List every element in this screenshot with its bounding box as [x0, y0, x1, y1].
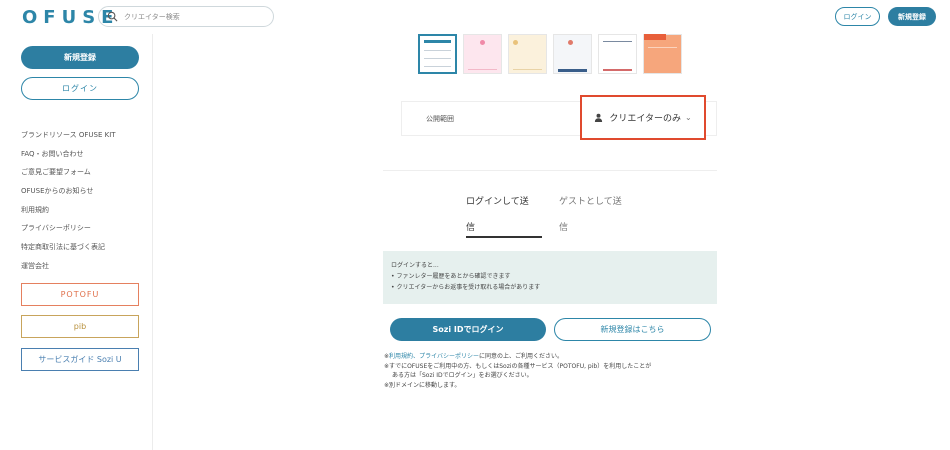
- privacy-link[interactable]: プライバシーポリシー: [419, 353, 479, 360]
- chevron-down-icon: ⌄: [684, 113, 692, 122]
- tab-login-send-label: ログインして送: [466, 197, 529, 207]
- active-tab-underline: [466, 236, 542, 238]
- sidebar-links: ブランドリソース OFUSE KIT FAQ・お問い合わせ ご意見ご要望フォーム…: [21, 126, 116, 276]
- existing-user-note-cont: ある方は「Sozi IDでログイン」をお選びください。: [392, 372, 533, 379]
- existing-user-note: ※すでにOFUSEをご利用中の方、もしくはSoziの各種サービス（POTOFU,…: [384, 362, 652, 370]
- section-divider: [383, 170, 717, 171]
- sidebar-link-privacy[interactable]: プライバシーポリシー: [21, 219, 116, 238]
- letter-design-thumb[interactable]: [643, 34, 682, 74]
- letter-design-thumb[interactable]: [418, 34, 457, 74]
- note-suffix: に同意の上、ご利用ください。: [478, 353, 563, 360]
- sidebar-link-faq[interactable]: FAQ・お問い合わせ: [21, 145, 116, 164]
- letter-design-thumb[interactable]: [598, 34, 637, 74]
- terms-note: ※利用規約、プライバシーポリシーに同意の上、ご利用ください。: [384, 352, 724, 362]
- search-icon: [107, 7, 118, 26]
- visibility-value: クリエイターのみ: [609, 114, 681, 124]
- person-icon: [594, 113, 603, 122]
- sidebar-link-feedback[interactable]: ご意見ご要望フォーム: [21, 163, 116, 182]
- notes: ※利用規約、プライバシーポリシーに同意の上、ご利用ください。 ※すでにOFUSE…: [384, 352, 724, 390]
- letter-design-picker: [418, 34, 682, 76]
- sidebar-link-commerce-law[interactable]: 特定商取引法に基づく表記: [21, 238, 116, 257]
- pib-link-button[interactable]: pib: [21, 315, 139, 338]
- visibility-label: 公開範囲: [426, 115, 454, 123]
- potofu-link-button[interactable]: POTOFU: [21, 283, 139, 306]
- header-login-button[interactable]: ログイン: [835, 7, 880, 26]
- new-badge-icon: [644, 34, 666, 40]
- tab-guest-send-label-cont: 信: [559, 223, 569, 233]
- sidebar-link-company[interactable]: 運営会社: [21, 257, 116, 276]
- header-signup-button[interactable]: 新規登録: [888, 7, 936, 26]
- search-input[interactable]: [124, 12, 264, 21]
- new-signup-button[interactable]: 新規登録はこちら: [554, 318, 711, 341]
- benefit-item: • ファンレター履歴をあとから確認できます: [391, 273, 511, 280]
- search-box[interactable]: [98, 6, 274, 27]
- benefits-title: ログインすると...: [391, 262, 439, 269]
- top-header: OFUSE ログイン 新規登録: [0, 0, 950, 34]
- sidebar-login-button[interactable]: ログイン: [21, 77, 139, 100]
- benefit-item: • クリエイターからお返事を受け取れる場合があります: [391, 284, 541, 291]
- tab-guest-send[interactable]: ゲストとして送 信: [559, 189, 635, 241]
- sidebar-link-terms[interactable]: 利用規約: [21, 201, 116, 220]
- tab-guest-send-label: ゲストとして送: [559, 197, 622, 207]
- sozi-guide-link-button[interactable]: サービスガイド Sozi U: [21, 348, 139, 371]
- letter-design-thumb[interactable]: [508, 34, 547, 74]
- sidebar-link-brand-resource[interactable]: ブランドリソース OFUSE KIT: [21, 126, 116, 145]
- sidebar-link-news[interactable]: OFUSEからのお知らせ: [21, 182, 116, 201]
- sidebar: 新規登録 ログイン ブランドリソース OFUSE KIT FAQ・お問い合わせ …: [0, 34, 153, 450]
- letter-design-thumb[interactable]: [463, 34, 502, 74]
- tab-login-send[interactable]: ログインして送 信: [466, 189, 542, 241]
- letter-design-thumb[interactable]: [553, 34, 592, 74]
- terms-link[interactable]: 利用規約: [389, 353, 413, 360]
- domain-note: ※別ドメインに移動します。: [384, 381, 461, 389]
- sozi-id-login-button[interactable]: Sozi IDでログイン: [390, 318, 546, 341]
- visibility-select[interactable]: クリエイターのみ ⌄: [580, 95, 706, 140]
- sidebar-signup-button[interactable]: 新規登録: [21, 46, 139, 69]
- login-benefits-box: ログインすると... • ファンレター履歴をあとから確認できます • クリエイタ…: [383, 251, 717, 304]
